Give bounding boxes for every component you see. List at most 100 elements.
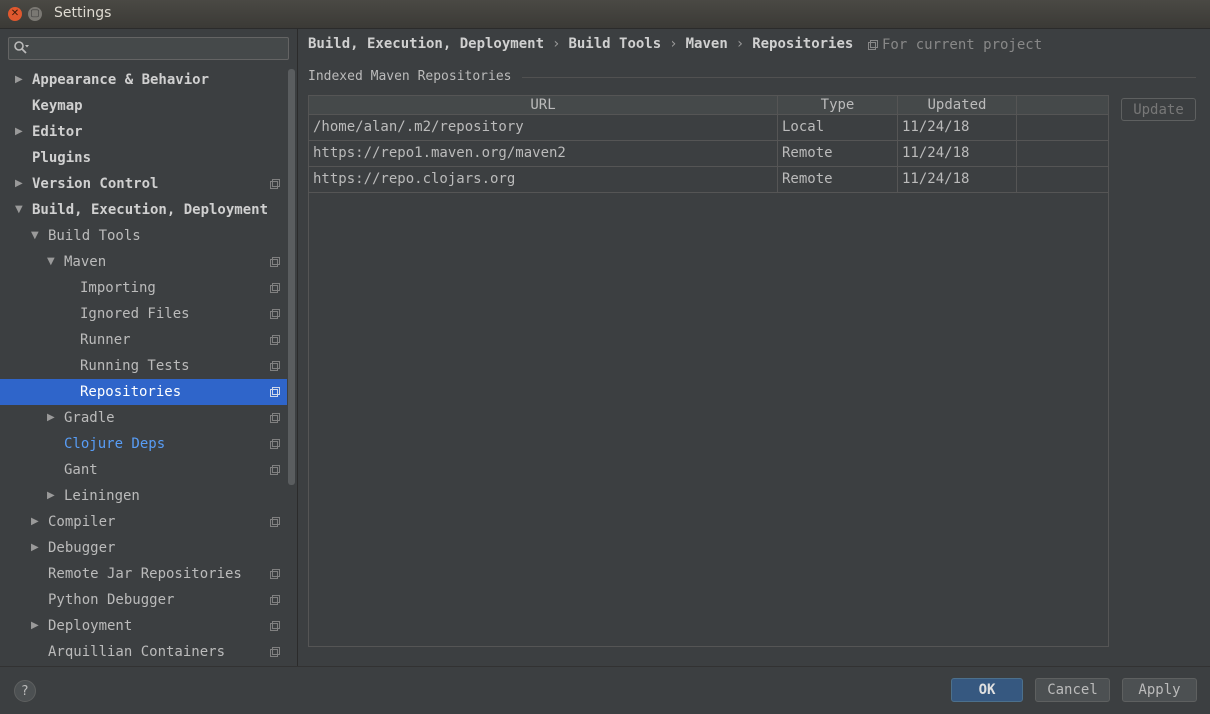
sidebar-item[interactable]: ▶ Editor	[0, 119, 287, 145]
sidebar-item[interactable]: Running Tests	[0, 353, 287, 379]
breadcrumb-item: Build Tools	[568, 36, 662, 52]
project-scope-icon	[270, 413, 280, 423]
ok-button[interactable]: OK	[951, 678, 1023, 702]
collapsed-arrow-icon[interactable]: ▶	[47, 483, 59, 509]
collapsed-arrow-icon[interactable]: ▶	[15, 171, 27, 197]
collapsed-arrow-icon[interactable]: ▶	[47, 405, 59, 431]
cell-type: Remote	[778, 167, 898, 192]
collapsed-arrow-icon[interactable]: ▶	[31, 509, 43, 535]
sidebar-item[interactable]: Clojure Deps	[0, 431, 287, 457]
sidebar-item-label: Plugins	[32, 150, 92, 166]
project-scope-icon	[270, 569, 280, 579]
project-scope-icon	[270, 309, 280, 319]
sidebar-item[interactable]: Arquillian Containers	[0, 639, 287, 665]
sidebar-item[interactable]: ▼ Maven	[0, 249, 287, 275]
sidebar-item[interactable]: Runner	[0, 327, 287, 353]
sidebar-item-label: Keymap	[32, 98, 83, 114]
apply-button[interactable]: Apply	[1122, 678, 1197, 702]
title-bar: ✕ ▢ Settings	[0, 0, 1210, 29]
cell-type: Remote	[778, 141, 898, 166]
collapsed-arrow-icon[interactable]: ▶	[31, 535, 43, 561]
column-header-blank[interactable]	[1017, 96, 1107, 114]
breadcrumb: Build, Execution, Deployment › Build Tools…	[308, 36, 853, 56]
project-scope-icon	[270, 387, 280, 397]
sidebar-item-label: Clojure Deps	[64, 436, 166, 452]
update-button[interactable]: Update	[1121, 98, 1196, 121]
cell-updated: 11/24/18	[898, 141, 1017, 166]
search-box[interactable]	[8, 37, 289, 60]
collapsed-arrow-icon[interactable]: ▶	[15, 67, 27, 93]
project-scope-icon	[270, 595, 280, 605]
breadcrumb-item: Maven	[685, 36, 728, 52]
cell-type: Local	[778, 115, 898, 140]
sidebar-item[interactable]: ▶ Appearance & Behavior	[0, 67, 287, 93]
cell-blank	[1017, 141, 1108, 166]
sidebar-item-label: Remote Jar Repositories	[48, 566, 242, 582]
sidebar-item[interactable]: ▶ Leiningen	[0, 483, 287, 509]
sidebar-item[interactable]: ▶ Gradle	[0, 405, 287, 431]
expanded-arrow-icon[interactable]: ▼	[15, 197, 27, 223]
breadcrumb-item: Repositories	[752, 36, 854, 52]
sidebar-scrollbar[interactable]	[288, 69, 295, 485]
sidebar-item[interactable]: ▶ Deployment	[0, 613, 287, 639]
cancel-button[interactable]: Cancel	[1035, 678, 1110, 702]
cell-updated: 11/24/18	[898, 115, 1017, 140]
sidebar-item[interactable]: Ignored Files	[0, 301, 287, 327]
search-input[interactable]	[35, 39, 287, 59]
cell-updated: 11/24/18	[898, 167, 1017, 192]
expanded-arrow-icon[interactable]: ▼	[31, 223, 43, 249]
cell-blank	[1017, 115, 1108, 140]
close-window-button[interactable]: ✕	[8, 7, 22, 21]
sidebar-item[interactable]: Python Debugger	[0, 587, 287, 613]
window-title: Settings	[54, 5, 112, 21]
sidebar-item[interactable]: ▶ Debugger	[0, 535, 287, 561]
project-scope-icon	[270, 647, 280, 657]
sidebar-item-label: Leiningen	[64, 488, 140, 504]
project-scope-icon	[270, 361, 280, 371]
cell-blank	[1017, 167, 1108, 192]
sidebar-item-label: Debugger	[48, 540, 116, 556]
cell-url: /home/alan/.m2/repository	[309, 115, 778, 140]
project-scope-label: For current project	[882, 37, 1043, 53]
sidebar-item[interactable]: ▶ Compiler	[0, 509, 287, 535]
project-scope-icon	[270, 335, 280, 345]
sidebar-item-label: Build, Execution, Deployment	[32, 202, 269, 218]
sidebar-item[interactable]: Importing	[0, 275, 287, 301]
project-scope-icon	[270, 465, 280, 475]
project-scope-icon	[270, 283, 280, 293]
table-row[interactable]: /home/alan/.m2/repository Local 11/24/18	[309, 115, 1108, 141]
breadcrumb-item: Build, Execution, Deployment	[308, 36, 545, 52]
sidebar-item-label: Editor	[32, 124, 83, 140]
sidebar-item[interactable]: Remote Jar Repositories	[0, 561, 287, 587]
sidebar-item-label: Gradle	[64, 410, 115, 426]
sidebar-item-label: Maven	[64, 254, 107, 270]
collapsed-arrow-icon[interactable]: ▶	[31, 613, 43, 639]
project-scope-note: For current project	[868, 37, 1042, 53]
collapsed-arrow-icon[interactable]: ▶	[15, 119, 27, 145]
sidebar-item[interactable]: Gant	[0, 457, 287, 483]
sidebar-item[interactable]: Keymap	[0, 93, 287, 119]
column-header-updated[interactable]: Updated	[898, 96, 1017, 114]
expanded-arrow-icon[interactable]: ▼	[47, 249, 59, 275]
sidebar-item[interactable]: ▼ Build Tools	[0, 223, 287, 249]
sidebar-item-label: Deployment	[48, 618, 133, 634]
settings-sidebar: ▶ Appearance & Behavior Keymap ▶ Editor Plugi…	[0, 29, 298, 666]
sidebar-item[interactable]: Plugins	[0, 145, 287, 171]
sidebar-item[interactable]: ▼ Build, Execution, Deployment	[0, 197, 287, 223]
column-header-url[interactable]: URL	[309, 96, 778, 114]
table-row[interactable]: https://repo.clojars.org Remote 11/24/18	[309, 167, 1108, 193]
settings-tree: ▶ Appearance & Behavior Keymap ▶ Editor Plugi…	[0, 67, 287, 665]
cell-url: https://repo.clojars.org	[309, 167, 778, 192]
sidebar-item[interactable]: Repositories	[0, 379, 287, 405]
breadcrumb-separator: ›	[552, 36, 561, 52]
column-header-type[interactable]: Type	[778, 96, 898, 114]
help-button[interactable]: ?	[14, 680, 36, 702]
maximize-window-button[interactable]: ▢	[28, 7, 42, 21]
repositories-table: URL Type Updated /home/alan/.m2/reposito…	[308, 95, 1109, 647]
project-scope-icon	[270, 517, 280, 527]
table-row[interactable]: https://repo1.maven.org/maven2 Remote 11…	[309, 141, 1108, 167]
search-icon	[14, 41, 29, 54]
sidebar-item[interactable]: ▶ Version Control	[0, 171, 287, 197]
sidebar-item-label: Repositories	[80, 384, 182, 400]
sidebar-item-label: Appearance & Behavior	[32, 72, 210, 88]
